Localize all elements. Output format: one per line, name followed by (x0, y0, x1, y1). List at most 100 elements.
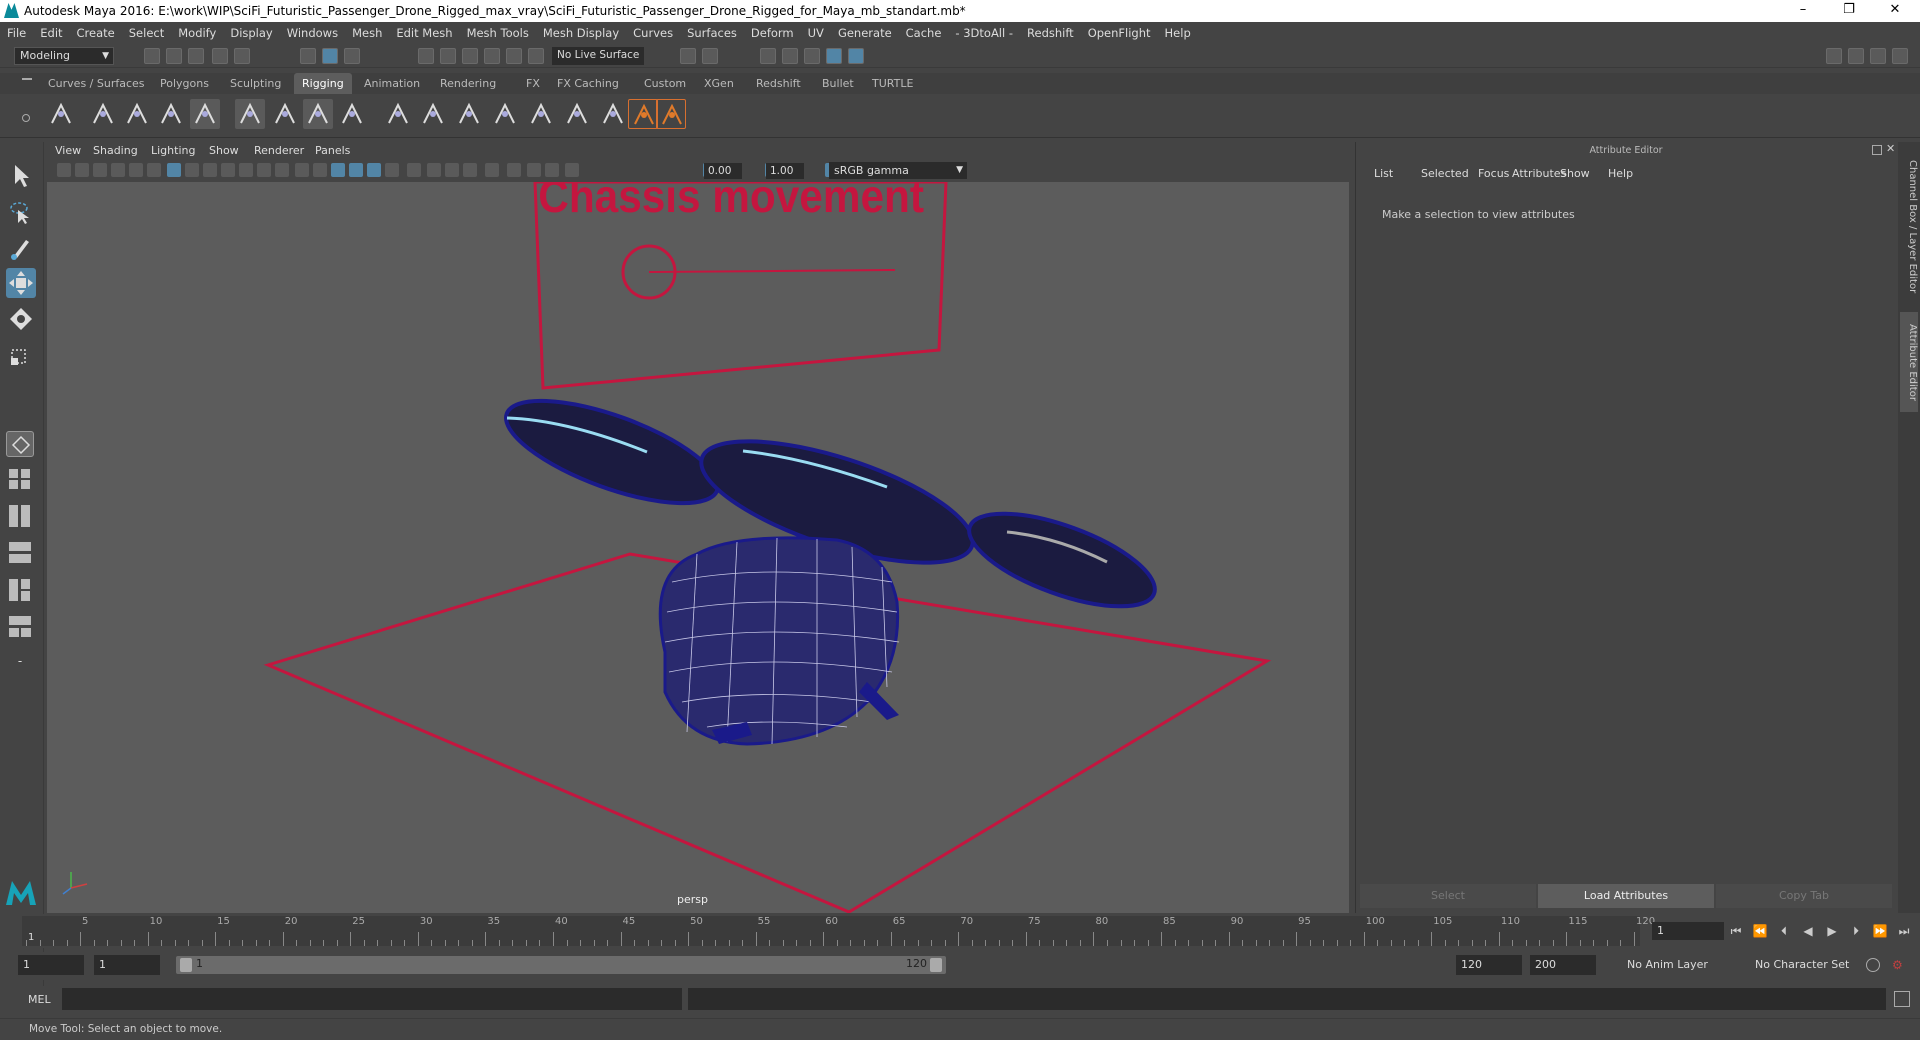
step-forward-frame-icon[interactable]: ⏵ (1848, 922, 1864, 940)
save-scene-icon[interactable] (188, 48, 204, 64)
shelf-tab-custom[interactable]: Custom (636, 73, 694, 94)
menu-display[interactable]: Display (223, 26, 279, 40)
soft-mod-icon[interactable] (598, 99, 628, 129)
playback-end-field[interactable]: 120 (1456, 955, 1522, 975)
live-surface-field[interactable]: No Live Surface (552, 47, 644, 65)
four-view-layout-icon[interactable] (6, 466, 34, 492)
shelf-tab-polygons[interactable]: Polygons (152, 73, 217, 94)
menu-surfaces[interactable]: Surfaces (680, 26, 744, 40)
attribute-menu-attributes[interactable]: Attributes (1512, 167, 1566, 180)
attribute-menu-selected[interactable]: Selected (1421, 167, 1469, 180)
minimize-button[interactable]: – (1780, 0, 1826, 22)
script-editor-icon[interactable] (1894, 991, 1910, 1007)
wrap-icon[interactable] (418, 99, 448, 129)
menu-cache[interactable]: Cache (899, 26, 949, 40)
viewport-menu-renderer[interactable]: Renderer (254, 144, 304, 157)
snap-grid-icon[interactable] (418, 48, 434, 64)
shelf-tab-rendering[interactable]: Rendering (432, 73, 504, 94)
tool-settings-icon[interactable]: - (6, 654, 34, 674)
select-component-icon[interactable] (344, 48, 360, 64)
render-frame-icon[interactable] (782, 48, 798, 64)
channel-box-tab[interactable]: Channel Box / Layer Editor (1900, 152, 1918, 302)
wireframe-on-shaded-icon[interactable] (331, 163, 345, 177)
two-d-pan-icon[interactable] (129, 163, 143, 177)
insert-joint-icon[interactable] (156, 99, 186, 129)
locator-icon[interactable] (628, 99, 658, 129)
exposure-field[interactable]: 0.00 (704, 163, 742, 179)
menu-select[interactable]: Select (122, 26, 171, 40)
depth-of-field-icon[interactable] (463, 163, 477, 177)
select-object-icon[interactable] (322, 48, 338, 64)
snap-plane-icon[interactable] (484, 48, 500, 64)
animation-end-field[interactable]: 200 (1530, 955, 1596, 975)
make-live-icon[interactable] (528, 48, 544, 64)
mel-label[interactable]: MEL (28, 993, 51, 1006)
render-settings-icon[interactable] (826, 48, 842, 64)
menu-modify[interactable]: Modify (171, 26, 223, 40)
history-icon[interactable] (680, 48, 696, 64)
new-scene-icon[interactable] (144, 48, 160, 64)
float-panel-icon[interactable] (1872, 145, 1882, 155)
viewport-menu-panels[interactable]: Panels (315, 144, 350, 157)
cluster-icon[interactable] (383, 99, 413, 129)
shelf-tab-fx-caching[interactable]: FX Caching (549, 73, 627, 94)
lights-icon[interactable] (367, 163, 381, 177)
restore-button[interactable]: ❐ (1826, 0, 1872, 22)
outliner-layout-icon[interactable] (6, 539, 34, 567)
menu-redshift[interactable]: Redshift (1020, 26, 1081, 40)
scene-canvas[interactable]: Chassis movement (47, 182, 1349, 913)
menu-edit[interactable]: Edit (33, 26, 69, 40)
nonlinear-deformer-icon[interactable] (526, 99, 556, 129)
select-tool-icon[interactable] (6, 160, 36, 190)
xray-icon[interactable] (507, 163, 521, 177)
menu-openflight[interactable]: OpenFlight (1081, 26, 1158, 40)
menu-help[interactable]: Help (1158, 26, 1198, 40)
rotate-tool-icon[interactable] (6, 304, 36, 334)
hypershade-icon[interactable] (848, 48, 864, 64)
backface-icon[interactable] (565, 163, 579, 177)
hypershade-layout-icon[interactable] (6, 613, 34, 641)
mel-input[interactable] (62, 988, 682, 1010)
smooth-bind-icon[interactable] (270, 99, 300, 129)
menu-mesh-tools[interactable]: Mesh Tools (460, 26, 536, 40)
single-perspective-layout-icon[interactable] (6, 431, 34, 457)
move-tool-icon[interactable] (6, 268, 36, 298)
xray-joints-icon[interactable] (527, 163, 541, 177)
channel-box-toggle-icon[interactable] (1870, 48, 1886, 64)
mirror-joint-icon[interactable] (190, 99, 220, 129)
xray-components-icon[interactable] (545, 163, 559, 177)
menu-uv[interactable]: UV (801, 26, 831, 40)
lasso-tool-icon[interactable] (6, 196, 36, 226)
shelf-tab-animation[interactable]: Animation (356, 73, 428, 94)
input-ops-icon[interactable] (702, 48, 718, 64)
menu-windows[interactable]: Windows (280, 26, 345, 40)
sculpt-deformer-icon[interactable] (490, 99, 520, 129)
shelf-tab-xgen[interactable]: XGen (696, 73, 742, 94)
motion-blur-icon[interactable] (427, 163, 441, 177)
ik-spline-icon[interactable] (122, 99, 152, 129)
attribute-menu-show[interactable]: Show (1560, 167, 1590, 180)
blend-shape-icon[interactable] (454, 99, 484, 129)
shelf-options-icon[interactable] (22, 114, 30, 122)
gate-mask-icon[interactable] (221, 163, 235, 177)
shadows-icon[interactable] (385, 163, 399, 177)
current-frame-field[interactable]: 1 (1652, 922, 1724, 940)
menu-curves[interactable]: Curves (626, 26, 680, 40)
menu-generate[interactable]: Generate (831, 26, 899, 40)
grid-icon[interactable] (167, 163, 181, 177)
viewport-menu-shading[interactable]: Shading (93, 144, 138, 157)
animation-start-field[interactable]: 1 (18, 955, 84, 975)
isolate-icon[interactable] (485, 163, 499, 177)
snap-point-icon[interactable] (462, 48, 478, 64)
close-button[interactable]: ✕ (1872, 0, 1918, 22)
range-slider[interactable]: 1 120 (176, 956, 946, 974)
scale-tool-icon[interactable] (6, 340, 36, 370)
shelf-tab-curves-surfaces[interactable]: Curves / Surfaces (40, 73, 153, 94)
two-pane-layout-icon[interactable] (6, 502, 34, 530)
modeling-toolkit-icon[interactable] (1848, 48, 1864, 64)
go-to-start-icon[interactable]: ⏮ (1728, 922, 1744, 940)
play-forward-icon[interactable]: ▶ (1824, 922, 1840, 940)
gamma-field[interactable]: 1.00 (766, 163, 804, 179)
textured-icon[interactable] (349, 163, 363, 177)
grease-pencil-icon[interactable] (147, 163, 161, 177)
